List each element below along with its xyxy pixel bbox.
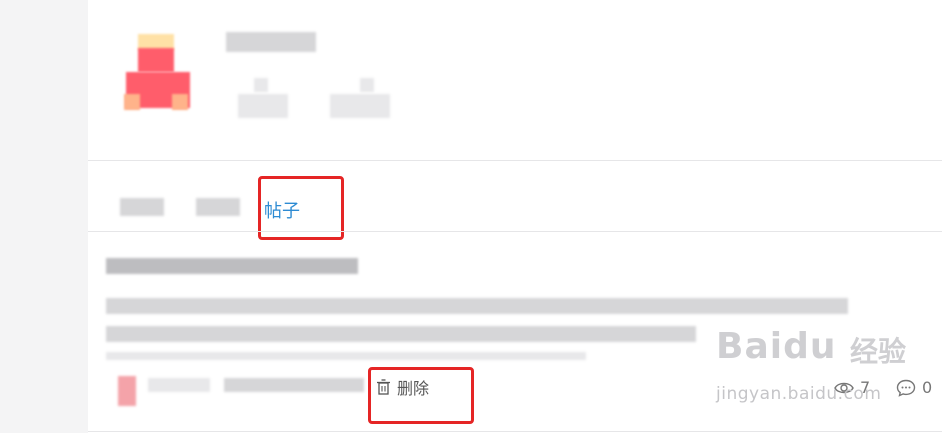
tab-blurred-2[interactable] — [196, 198, 240, 216]
profile-stat-blurred — [238, 94, 288, 118]
post-title-blurred — [106, 258, 358, 274]
watermark-name: 经验 — [850, 335, 907, 368]
header-divider — [88, 160, 942, 161]
post-text-line-blurred — [106, 352, 586, 360]
post-divider — [88, 431, 942, 432]
watermark-logo: Baidu — [716, 326, 837, 367]
profile-page: 帖子 删除 7 0 Baidu 经验 jingyan.baidu.com — [88, 0, 942, 433]
post-author-blurred — [118, 376, 136, 406]
post-text-line-blurred — [106, 326, 696, 342]
tab-blurred-1[interactable] — [120, 198, 164, 216]
delete-highlight-box — [368, 367, 474, 424]
avatar[interactable] — [120, 28, 210, 118]
profile-stat-blurred — [360, 78, 374, 92]
username-blurred — [226, 32, 316, 52]
post-meta-blurred — [224, 378, 364, 392]
profile-stat-blurred — [254, 78, 268, 92]
tab-divider — [88, 231, 942, 232]
post-text-line-blurred — [106, 298, 848, 314]
baidu-jingyan-watermark: Baidu 经验 jingyan.baidu.com — [716, 326, 940, 416]
watermark-url: jingyan.baidu.com — [716, 384, 882, 404]
post-meta-blurred — [148, 378, 210, 392]
profile-stat-blurred — [330, 94, 390, 118]
